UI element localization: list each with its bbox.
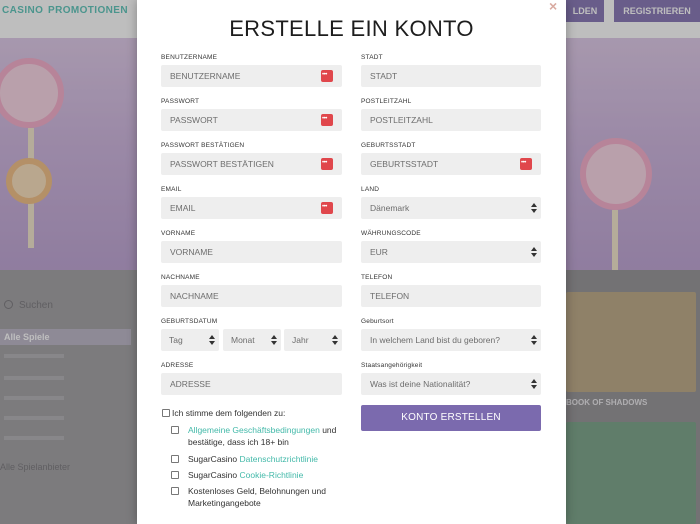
select-arrows-icon: [531, 335, 537, 345]
zip-label: Postleitzahl: [361, 98, 412, 105]
birthcity-label: Geburtsstadt: [361, 142, 416, 149]
terms-link[interactable]: Allgemeine Geschäftsbedingungen: [188, 425, 320, 435]
select-arrows-icon: [531, 203, 537, 213]
lastname-input[interactable]: Nachname: [161, 285, 342, 307]
cookie-label: SugarCasino Cookie-Richtlinie: [188, 470, 304, 480]
select-arrows-icon: [271, 335, 277, 345]
email-label: Email: [161, 186, 182, 193]
close-icon[interactable]: ×: [549, 0, 557, 13]
register-modal: × ERSTELLE EIN KONTO Benutzername Benutz…: [137, 0, 566, 524]
birthplace-label: Geburtsort: [361, 318, 394, 325]
firstname-label: Vorname: [161, 230, 196, 237]
marketing-checkbox[interactable]: [171, 487, 179, 495]
phone-input[interactable]: Telefon: [361, 285, 541, 307]
create-account-button[interactable]: Konto erstellen: [361, 405, 541, 431]
password-manager-icon[interactable]: [520, 152, 532, 174]
country-value: Dänemark: [370, 203, 410, 213]
password-input[interactable]: Passwort: [161, 108, 342, 131]
firstname-input[interactable]: Vorname: [161, 241, 342, 263]
password-confirm-label: Passwort bestätigen: [161, 142, 245, 149]
terms-label: Allgemeine Geschäftsbedingungen und bestä…: [188, 425, 337, 447]
privacy-label: SugarCasino Datenschutzrichtlinie: [188, 454, 318, 464]
zip-input[interactable]: Postleitzahl: [361, 109, 541, 131]
birth-year-select[interactable]: Jahr: [284, 329, 342, 351]
birth-month-value: Monat: [231, 335, 255, 345]
address-label: Adresse: [161, 362, 194, 369]
birth-day-value: Tag: [169, 335, 183, 345]
terms-checkbox[interactable]: [171, 426, 179, 434]
email-input[interactable]: Email: [161, 196, 342, 219]
password-confirm-input[interactable]: Passwort bestätigen: [161, 152, 342, 175]
city-label: Stadt: [361, 54, 383, 61]
select-arrows-icon: [531, 247, 537, 257]
password-label: Passwort: [161, 98, 200, 105]
privacy-checkbox[interactable]: [171, 455, 179, 463]
phone-label: Telefon: [361, 274, 393, 281]
privacy-link[interactable]: Datenschutzrichtlinie: [240, 454, 318, 464]
agree-all-checkbox[interactable]: [162, 409, 170, 417]
country-select[interactable]: Dänemark: [361, 197, 541, 219]
username-label: Benutzername: [161, 54, 218, 61]
birthplace-select[interactable]: In welchem Land bist du geboren?: [361, 329, 541, 351]
currency-value: EUR: [370, 247, 388, 257]
agree-all-label: Ich stimme dem folgenden zu:: [172, 408, 286, 418]
address-input[interactable]: Adresse: [161, 373, 342, 395]
lastname-label: Nachname: [161, 274, 200, 281]
modal-title: ERSTELLE EIN KONTO: [229, 16, 474, 41]
city-input[interactable]: Stadt: [361, 65, 541, 87]
select-arrows-icon: [209, 335, 215, 345]
password-manager-icon[interactable]: [321, 108, 333, 130]
currency-label: Währungscode: [361, 230, 421, 237]
currency-select[interactable]: EUR: [361, 241, 541, 263]
birthplace-value: In welchem Land bist du geboren?: [370, 335, 500, 345]
cookie-checkbox[interactable]: [171, 471, 179, 479]
nationality-select[interactable]: Was ist deine Nationalität?: [361, 373, 541, 395]
password-manager-icon[interactable]: [321, 64, 333, 86]
birth-year-value: Jahr: [292, 335, 309, 345]
birth-month-select[interactable]: Monat: [223, 329, 281, 351]
nationality-value: Was ist deine Nationalität?: [370, 379, 471, 389]
birthdate-label: Geburtsdatum: [161, 318, 218, 325]
marketing-label: Kostenloses Geld, Belohnungen und Marketi…: [188, 486, 326, 508]
birth-day-select[interactable]: Tag: [161, 329, 219, 351]
select-arrows-icon: [332, 335, 338, 345]
country-label: Land: [361, 186, 380, 193]
select-arrows-icon: [531, 379, 537, 389]
birthcity-input[interactable]: Geburtsstadt: [361, 152, 541, 175]
nationality-label: Staatsangehörigkeit: [361, 362, 423, 369]
cookie-link[interactable]: Cookie-Richtlinie: [240, 470, 304, 480]
password-manager-icon[interactable]: [321, 152, 333, 174]
password-manager-icon[interactable]: [321, 196, 333, 218]
username-input[interactable]: Benutzername: [161, 64, 342, 87]
